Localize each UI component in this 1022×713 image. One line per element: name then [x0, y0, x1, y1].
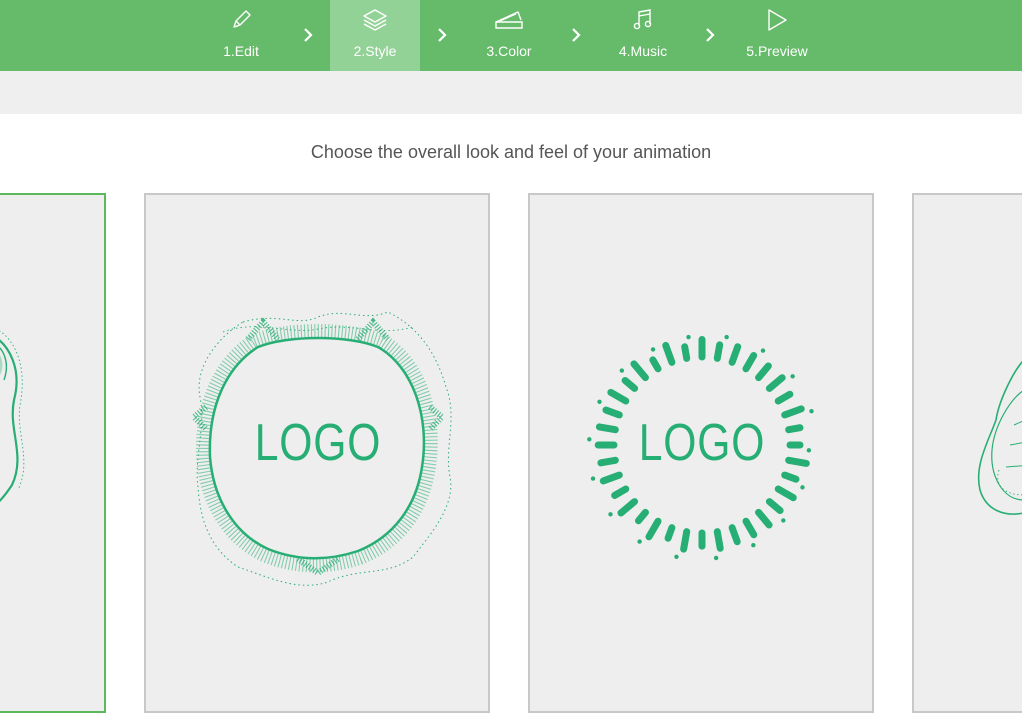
- ring-dot: [781, 518, 786, 523]
- step-color-label: 3.Color: [486, 43, 532, 59]
- ring-dot: [686, 334, 691, 340]
- ring-dash: [774, 390, 794, 405]
- ring-dot: [751, 543, 756, 548]
- instruction-text: Choose the overall look and feel of your…: [310, 142, 712, 162]
- ring-dot: [597, 399, 602, 404]
- ring-dash: [774, 485, 797, 502]
- ring-dash: [742, 351, 758, 373]
- ring-dash: [728, 343, 742, 366]
- style-card-wave-ring[interactable]: LOGO: [144, 193, 490, 713]
- ring-dash: [617, 498, 639, 517]
- pencil-icon: [196, 7, 286, 33]
- ring-dot: [637, 539, 642, 544]
- ring-dash: [611, 485, 630, 499]
- ring-dash: [645, 517, 662, 541]
- ring-dash: [649, 356, 662, 373]
- ring-dash: [781, 471, 800, 483]
- ring-dash: [755, 508, 773, 529]
- toolbar-band: [0, 71, 1022, 114]
- ring-dot: [650, 347, 656, 352]
- ring-dash: [607, 388, 630, 405]
- ring-dash: [630, 360, 649, 382]
- play-icon: [732, 7, 822, 33]
- style-card-partial-right[interactable]: [912, 193, 1022, 713]
- step-preview-label: 5.Preview: [746, 43, 808, 59]
- ring-dash: [681, 343, 691, 362]
- layers-icon: [330, 7, 420, 33]
- outline-preview-partial: [977, 361, 1022, 515]
- ring-dot: [760, 348, 766, 353]
- ring-dash: [680, 528, 691, 553]
- ring-dot: [713, 555, 719, 561]
- step-music[interactable]: 4.Music: [598, 0, 688, 71]
- ring-dash: [765, 498, 784, 515]
- wizard-step-bar: 1.Edit 2.Style 3.Color 4.Music 5.Preview: [0, 0, 1022, 71]
- ring-dot: [608, 512, 613, 517]
- ring-dash: [621, 376, 639, 392]
- ring-dot: [800, 485, 805, 490]
- swatch-icon: [464, 7, 554, 33]
- logo-placeholder: LOGO: [254, 414, 382, 472]
- ring-dash: [599, 471, 623, 485]
- chevron-right-icon: [432, 22, 452, 48]
- ring-dash: [742, 517, 758, 539]
- ring-dash: [662, 341, 676, 366]
- ring-dash: [664, 524, 676, 542]
- ring-dot: [790, 374, 795, 379]
- wave-ring-preview-partial: [0, 330, 25, 503]
- music-note-icon: [598, 7, 688, 33]
- ring-dash: [765, 374, 786, 392]
- logo-placeholder: LOGO: [638, 414, 766, 472]
- ring-dash: [728, 524, 741, 546]
- step-style[interactable]: 2.Style: [330, 0, 420, 71]
- step-edit[interactable]: 1.Edit: [196, 0, 286, 71]
- ring-dot: [590, 476, 596, 481]
- ring-dot: [674, 554, 679, 560]
- step-style-label: 2.Style: [353, 43, 397, 59]
- step-color[interactable]: 3.Color: [464, 0, 554, 71]
- chevron-right-icon: [566, 22, 586, 48]
- step-music-label: 4.Music: [618, 43, 668, 59]
- style-card-partial-left[interactable]: [0, 193, 106, 713]
- ring-dash: [634, 508, 649, 525]
- step-edit-label: 1.Edit: [223, 43, 259, 59]
- chevron-right-icon: [700, 22, 720, 48]
- ring-dot: [619, 368, 625, 373]
- ring-dash: [713, 341, 724, 362]
- style-card-dash-ring[interactable]: LOGO: [528, 193, 874, 713]
- step-preview[interactable]: 5.Preview: [732, 0, 822, 71]
- ring-dash: [755, 362, 772, 382]
- ring-dash: [713, 528, 724, 552]
- ring-dot: [724, 334, 729, 340]
- chevron-right-icon: [298, 22, 318, 48]
